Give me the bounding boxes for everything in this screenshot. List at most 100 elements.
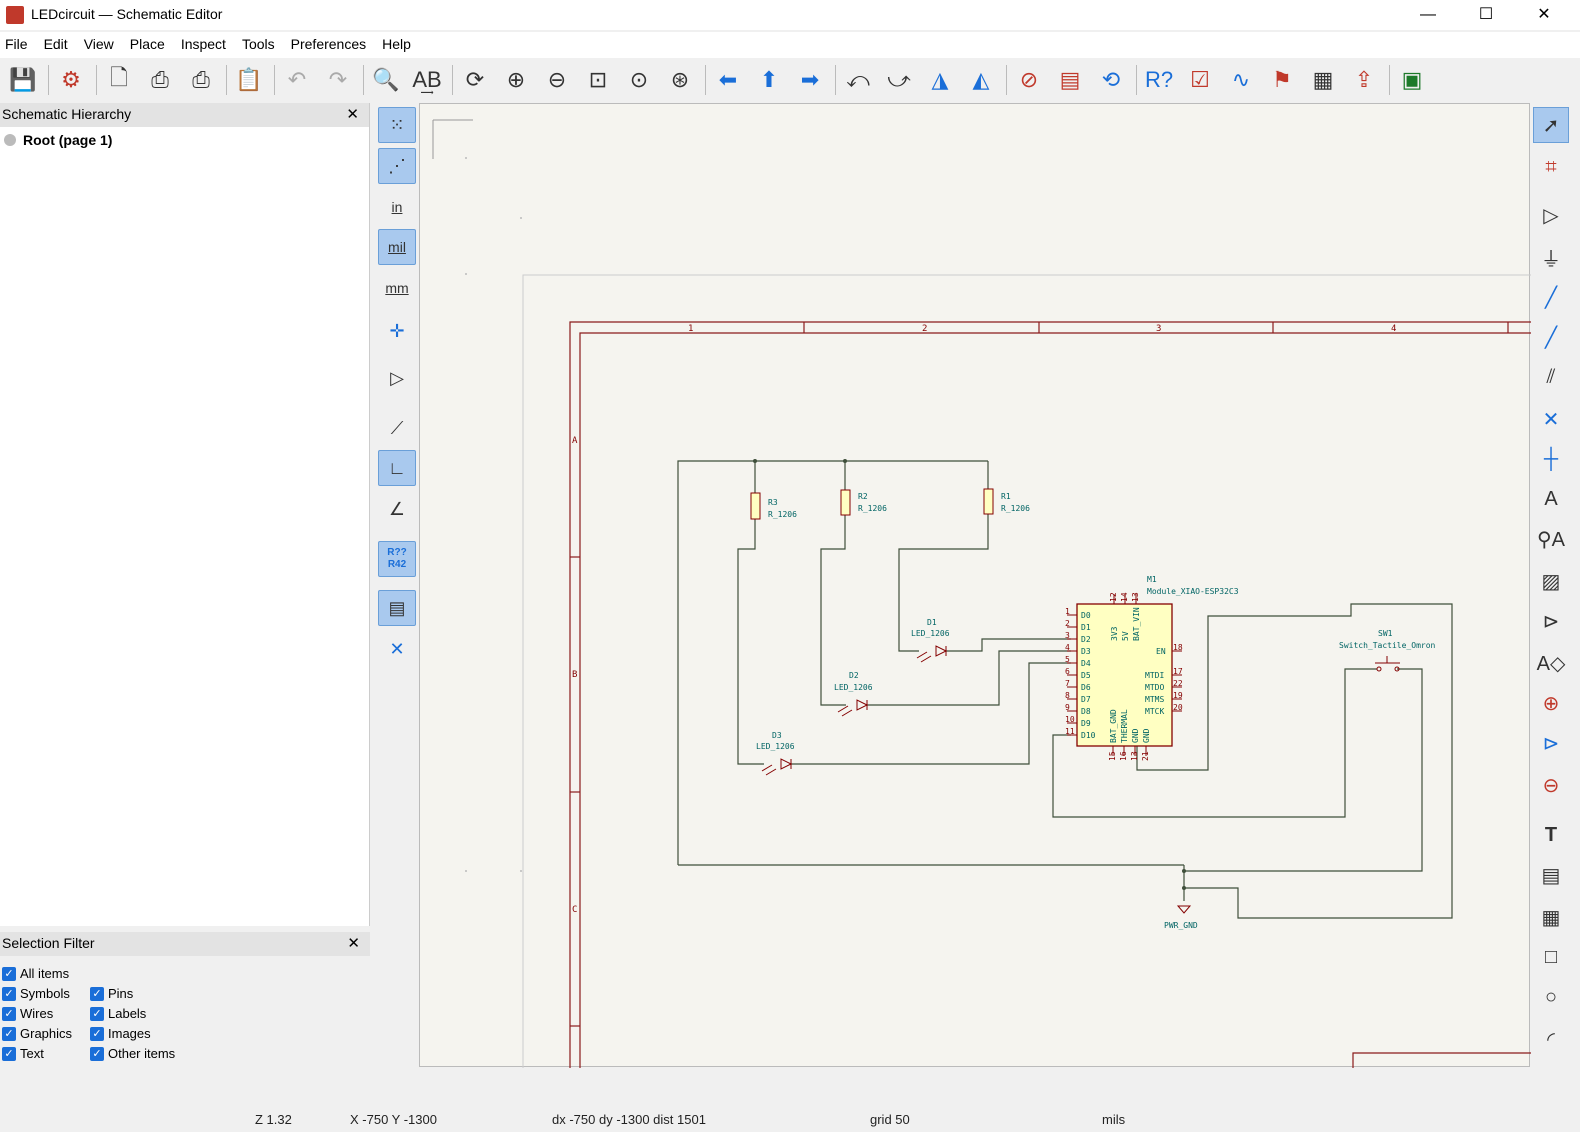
- menu-tools[interactable]: Tools: [242, 32, 283, 58]
- bus-entry-icon[interactable]: ⫽: [1533, 359, 1569, 395]
- hierarchy-panel-toggle-icon[interactable]: ▤: [378, 590, 416, 626]
- pin-label: 21: [1141, 751, 1150, 761]
- line-mode-90-icon[interactable]: ∟: [378, 450, 416, 486]
- hierarchical-label-icon[interactable]: ⊳: [1533, 603, 1569, 639]
- menu-view[interactable]: View: [84, 32, 122, 58]
- highlight-net-icon[interactable]: ⌗: [1533, 149, 1569, 185]
- units-inches-button[interactable]: in: [378, 189, 416, 225]
- print-icon[interactable]: ⎙: [141, 63, 179, 97]
- filter-graphics[interactable]: ✓ Graphics: [2, 1026, 72, 1041]
- schematic-canvas[interactable]: 1 2 3 4 A B C R3 R_1206 R2 R_1206 R1 R_1206…: [419, 103, 1531, 1068]
- units-mm-button[interactable]: mm: [378, 270, 416, 306]
- refresh-icon[interactable]: ⟳: [456, 63, 494, 97]
- save-icon[interactable]: 💾: [4, 63, 42, 97]
- undo-icon[interactable]: ↶: [278, 63, 316, 97]
- pin-label: 1: [1065, 607, 1070, 616]
- erc-icon[interactable]: ☑: [1181, 63, 1219, 97]
- update-pcb-icon[interactable]: ⟲: [1092, 63, 1130, 97]
- add-symbol-icon[interactable]: ▷: [1533, 197, 1569, 233]
- paste-icon[interactable]: 📋: [230, 63, 268, 97]
- menu-file[interactable]: File: [5, 32, 36, 58]
- module-xiao-esp32c3: M1 Module_XIAO-ESP32C3 D0 1 D1 2 D2 3 D3 4 D4 5 D5…: [1065, 575, 1239, 761]
- grid-overrides-icon[interactable]: ⋰: [378, 148, 416, 184]
- svg-text:D3: D3: [772, 731, 782, 740]
- add-arc-icon[interactable]: ◜: [1533, 1021, 1569, 1057]
- assign-footprints-icon[interactable]: ⚑: [1263, 63, 1301, 97]
- add-circle-icon[interactable]: ○: [1533, 979, 1569, 1015]
- annotate-icon[interactable]: R?: [1140, 63, 1178, 97]
- add-text-icon[interactable]: T: [1533, 817, 1569, 853]
- close-panel-button[interactable]: ✕: [347, 934, 360, 952]
- menu-inspect[interactable]: Inspect: [181, 32, 234, 58]
- sheet-pin-icon[interactable]: ⊳: [1533, 725, 1569, 761]
- navigate-up-icon[interactable]: ⬆: [750, 63, 788, 97]
- close-panel-button[interactable]: ✕: [346, 105, 359, 123]
- open-pcb-editor-icon[interactable]: ▣: [1393, 63, 1431, 97]
- no-connect-icon[interactable]: ✕: [1533, 401, 1569, 437]
- zoom-objects-icon[interactable]: ⊙: [620, 63, 658, 97]
- filter-other-items[interactable]: ✓ Other items: [90, 1046, 175, 1061]
- global-label-icon[interactable]: ⚲A: [1533, 521, 1569, 557]
- filter-images[interactable]: ✓ Images: [90, 1026, 151, 1041]
- menu-preferences[interactable]: Preferences: [291, 32, 374, 58]
- add-power-icon[interactable]: ⏚: [1533, 239, 1569, 275]
- menu-help[interactable]: Help: [382, 32, 419, 58]
- add-table-icon[interactable]: ▦: [1533, 899, 1569, 935]
- symbol-fields-table-icon[interactable]: ▦: [1304, 63, 1342, 97]
- zoom-in-icon[interactable]: ⊕: [497, 63, 535, 97]
- net-label-icon[interactable]: A: [1533, 481, 1569, 517]
- units-mils-button[interactable]: mil: [378, 229, 416, 265]
- grid-dots: [465, 157, 522, 872]
- annotate-toggle-button[interactable]: R?? R42: [378, 541, 416, 577]
- zoom-fit-icon[interactable]: ⊡: [579, 63, 617, 97]
- hidden-pins-icon[interactable]: ▷: [378, 360, 416, 396]
- redo-icon[interactable]: ↷: [319, 63, 357, 97]
- junction-icon[interactable]: ┼: [1533, 441, 1569, 477]
- maximize-button[interactable]: ☐: [1463, 3, 1509, 27]
- filter-symbols[interactable]: ✓ Symbols: [2, 986, 70, 1001]
- filter-labels[interactable]: ✓ Labels: [90, 1006, 146, 1021]
- plot-icon[interactable]: ⎙: [182, 63, 220, 97]
- properties-tools-icon[interactable]: ✕: [378, 631, 416, 667]
- filter-wires[interactable]: ✓ Wires: [2, 1006, 53, 1021]
- add-rectangle-icon[interactable]: □: [1533, 939, 1569, 975]
- mirror-horizontal-icon[interactable]: ◭: [962, 63, 1000, 97]
- line-mode-free-icon[interactable]: ⟋: [378, 410, 416, 446]
- simulator-icon[interactable]: ∿: [1222, 63, 1260, 97]
- import-sheet-pin-icon[interactable]: ⊖: [1533, 767, 1569, 803]
- mirror-vertical-icon[interactable]: ◮: [921, 63, 959, 97]
- close-button[interactable]: ✕: [1521, 3, 1567, 27]
- bom-icon[interactable]: ⇪: [1345, 63, 1383, 97]
- menu-edit[interactable]: Edit: [44, 32, 76, 58]
- find-replace-icon[interactable]: A͢B: [408, 63, 446, 97]
- filter-text[interactable]: ✓ Text: [2, 1046, 44, 1061]
- grid-toggle-icon[interactable]: ⁙: [378, 107, 416, 143]
- filter-pins[interactable]: ✓ Pins: [90, 986, 133, 1001]
- rotate-ccw-icon[interactable]: ⤺: [839, 63, 877, 97]
- navigate-forward-icon[interactable]: ➡: [791, 63, 829, 97]
- zoom-out-icon[interactable]: ⊖: [538, 63, 576, 97]
- symbol-editor-icon[interactable]: ⊘: [1010, 63, 1048, 97]
- add-sheet-icon[interactable]: ⊕: [1533, 685, 1569, 721]
- cursor-crosshair-icon[interactable]: ✛: [378, 313, 416, 349]
- zoom-selection-icon[interactable]: ⊛: [661, 63, 699, 97]
- rule-area-icon[interactable]: ▨: [1533, 563, 1569, 599]
- menu-place[interactable]: Place: [130, 32, 173, 58]
- rotate-cw-icon[interactable]: ⤻: [880, 63, 918, 97]
- line-mode-45-icon[interactable]: ∠: [378, 491, 416, 527]
- add-bus-icon[interactable]: ╱: [1533, 319, 1569, 355]
- add-wire-icon[interactable]: ╱: [1533, 279, 1569, 315]
- select-tool-icon[interactable]: ➚: [1533, 107, 1569, 143]
- navigate-back-icon[interactable]: ⬅: [709, 63, 747, 97]
- minimize-button[interactable]: —: [1405, 3, 1451, 27]
- svg-text:R_1206: R_1206: [1001, 504, 1030, 513]
- page-settings-icon[interactable]: 🗋: [100, 63, 138, 97]
- find-icon[interactable]: 🔍: [367, 63, 405, 97]
- filter-all-items[interactable]: ✓ All items: [2, 966, 69, 981]
- directive-label-icon[interactable]: A◇: [1533, 645, 1569, 681]
- checkbox-checked-icon: ✓: [2, 1006, 16, 1021]
- hierarchy-item-root[interactable]: Root (page 1): [0, 127, 369, 153]
- schematic-setup-icon[interactable]: ⚙: [52, 63, 90, 97]
- add-textbox-icon[interactable]: ▤: [1533, 857, 1569, 893]
- symbol-browser-icon[interactable]: ▤: [1051, 63, 1089, 97]
